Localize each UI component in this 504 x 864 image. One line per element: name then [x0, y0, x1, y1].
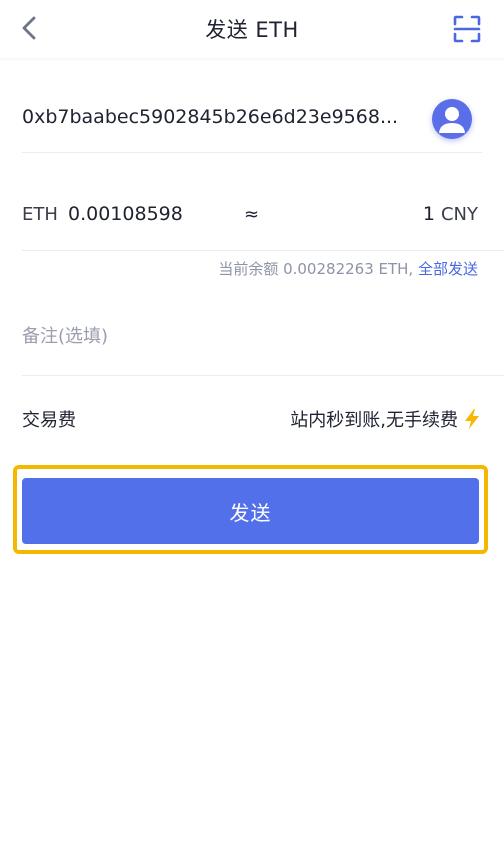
scan-icon [453, 15, 481, 43]
memo-input[interactable] [22, 326, 462, 347]
fiat-value: 1 [422, 203, 435, 225]
fiat-unit: CNY [440, 204, 478, 225]
address-book-button[interactable] [432, 99, 472, 139]
fiat-amount[interactable]: 1 CNY [423, 203, 478, 225]
recipient-address[interactable]: 0xb7baabec5902845b26e6d23e9568... [22, 106, 406, 128]
memo-row[interactable] [22, 308, 504, 376]
scan-button[interactable] [452, 14, 482, 44]
fee-label: 交易费 [22, 410, 76, 431]
approx-symbol: ≈ [244, 204, 260, 225]
amount-input[interactable]: 0.00108598 [68, 203, 183, 225]
header-bar: 发送 ETH [0, 0, 504, 58]
send-all-link[interactable]: 全部发送 [418, 260, 478, 278]
user-avatar-icon [439, 107, 465, 133]
balance-line: 当前余额 0.00282263 ETH, 全部发送 [218, 258, 478, 279]
amount-unit-label: ETH [22, 204, 58, 225]
recipient-address-row[interactable]: 0xb7baabec5902845b26e6d23e9568... [22, 90, 482, 153]
fee-row: 交易费 站内秒到账,无手续费 [22, 392, 482, 446]
lightning-icon [465, 409, 479, 429]
send-button[interactable]: 发送 [22, 478, 479, 544]
fee-value-text: 站内秒到账,无手续费 [290, 410, 458, 431]
current-balance: 当前余额 0.00282263 ETH, [218, 260, 414, 278]
page-title: 发送 ETH [205, 18, 299, 42]
amount-row[interactable]: ETH 0.00108598 ≈ 1 CNY [22, 186, 504, 251]
fee-value: 站内秒到账,无手续费 [290, 406, 482, 432]
send-eth-page: 发送 ETH 0xb7baabec5902845b26e6d23e9568...… [0, 0, 504, 864]
